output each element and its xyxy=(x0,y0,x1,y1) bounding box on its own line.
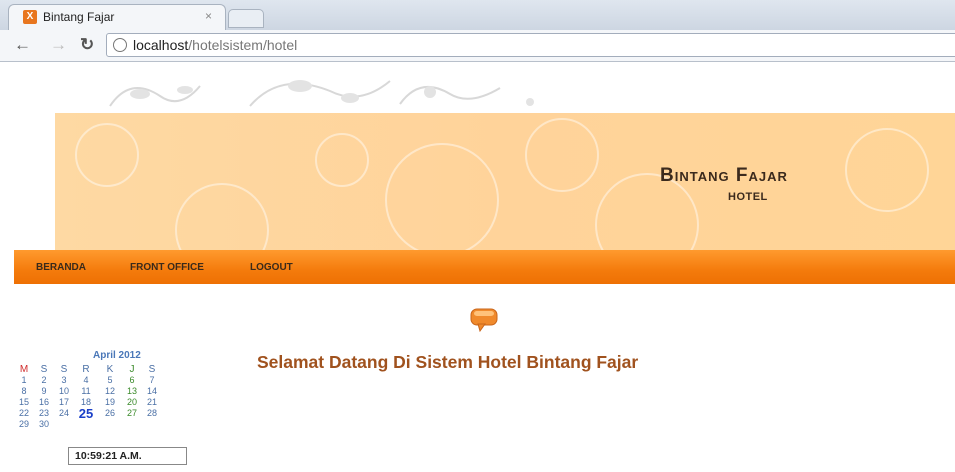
browser-tab[interactable]: X Bintang Fajar × xyxy=(8,4,226,30)
calendar-weekday: S xyxy=(40,364,48,375)
menu-item-logout[interactable]: LOGOUT xyxy=(250,262,293,273)
xampp-favicon-icon: X xyxy=(23,10,37,24)
bubble-decoration xyxy=(315,133,369,187)
url-path: /hotelsistem/hotel xyxy=(188,37,298,53)
floral-decoration-icon xyxy=(109,80,534,107)
calendar-day[interactable]: 19 xyxy=(102,397,118,407)
tab-title: Bintang Fajar xyxy=(43,10,115,24)
calendar-day[interactable]: 29 xyxy=(16,419,32,429)
calendar-day[interactable]: 26 xyxy=(102,408,118,418)
url-host: localhost xyxy=(133,37,189,53)
calendar-day[interactable]: 2 xyxy=(36,375,52,385)
calendar-day[interactable]: 25 xyxy=(78,406,94,421)
speech-bubble-icon xyxy=(470,308,498,332)
calendar-day[interactable]: 6 xyxy=(124,375,140,385)
calendar-day[interactable]: 22 xyxy=(16,408,32,418)
calendar-day[interactable]: 23 xyxy=(36,408,52,418)
calendar-weekday: R xyxy=(82,364,90,375)
calendar-day[interactable]: 15 xyxy=(16,397,32,407)
calendar-day[interactable]: 17 xyxy=(56,397,72,407)
back-arrow-icon[interactable]: ← xyxy=(14,35,31,55)
calendar-day[interactable]: 13 xyxy=(124,386,140,396)
calendar-day[interactable]: 30 xyxy=(36,419,52,429)
calendar-day[interactable]: 5 xyxy=(102,375,118,385)
reload-icon[interactable]: ↻ xyxy=(80,35,94,55)
globe-icon xyxy=(113,38,127,52)
main-menu-bar: BERANDA FRONT OFFICE LOGOUT xyxy=(14,250,955,284)
calendar-day[interactable]: 21 xyxy=(144,397,160,407)
forward-arrow-icon[interactable]: → xyxy=(50,35,67,55)
hotel-name: Bintang Fajar xyxy=(660,165,788,186)
calendar-day[interactable]: 20 xyxy=(124,397,140,407)
calendar-weekday: S xyxy=(148,364,156,375)
new-tab-button[interactable] xyxy=(228,9,264,28)
welcome-heading: Selamat Datang Di Sistem Hotel Bintang F… xyxy=(257,352,639,372)
bubble-decoration xyxy=(75,123,139,187)
url-text: localhost/hotelsistem/hotel xyxy=(133,37,297,53)
calendar-day[interactable]: 1 xyxy=(16,375,32,385)
clock-display: 10:59:21 A.M. xyxy=(68,447,187,465)
calendar-day[interactable]: 24 xyxy=(56,408,72,418)
bubble-decoration xyxy=(175,183,269,250)
browser-toolbar: ← → ↻ localhost/hotelsistem/hotel xyxy=(0,30,955,62)
calendar-weekday: J xyxy=(129,364,135,375)
calendar-day[interactable]: 28 xyxy=(144,408,160,418)
calendar-day[interactable]: 12 xyxy=(102,386,118,396)
header-banner xyxy=(55,113,955,250)
calendar-day[interactable]: 9 xyxy=(36,386,52,396)
bubble-decoration xyxy=(525,118,599,192)
menu-item-beranda[interactable]: BERANDA xyxy=(36,262,86,273)
browser-tab-bar: X Bintang Fajar × xyxy=(0,0,955,30)
calendar-day[interactable]: 7 xyxy=(144,375,160,385)
calendar-day[interactable]: 16 xyxy=(36,397,52,407)
menu-item-front-office[interactable]: FRONT OFFICE xyxy=(130,262,204,273)
calendar-day[interactable]: 3 xyxy=(56,375,72,385)
hotel-subtitle: HOTEL xyxy=(728,191,768,203)
address-bar[interactable]: localhost/hotelsistem/hotel xyxy=(106,33,955,57)
calendar-day[interactable]: 4 xyxy=(78,375,94,385)
calendar-day[interactable]: 14 xyxy=(144,386,160,396)
calendar-day[interactable]: 10 xyxy=(56,386,72,396)
bubble-decoration xyxy=(845,128,929,212)
calendar-weekday: M xyxy=(19,364,29,375)
calendar-day[interactable]: 27 xyxy=(124,408,140,418)
calendar-day[interactable]: 11 xyxy=(78,386,94,396)
bubble-decoration xyxy=(385,143,499,250)
tab-close-icon[interactable]: × xyxy=(205,9,212,23)
calendar-weekday: K xyxy=(106,364,114,375)
calendar-weekday: S xyxy=(60,364,68,375)
calendar-day[interactable]: 8 xyxy=(16,386,32,396)
calendar-month: April 2012 xyxy=(93,350,141,361)
